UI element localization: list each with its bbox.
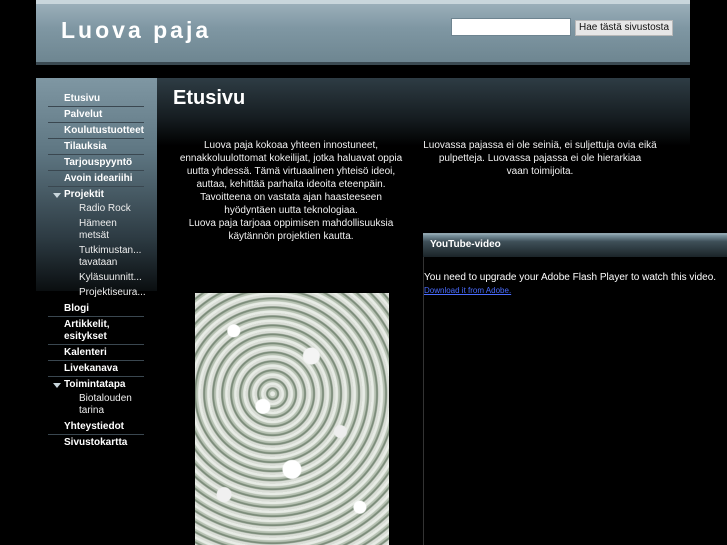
nav-item-livekanava[interactable]: Livekanava [48, 361, 144, 377]
side-text: Luovassa pajassa ei ole seiniä, ei sulje… [420, 139, 660, 178]
intro-line: auttaa, kehittää parhaita ideoita eteenp… [196, 179, 386, 190]
nav-sub-kylasuunnitt[interactable]: Kyläsuunnitt... [48, 271, 144, 286]
nav-sub-hameen-metsat[interactable]: Hämeen metsät [48, 217, 144, 244]
search-button[interactable]: Hae tästä sivustosta [575, 20, 673, 36]
flash-download-link[interactable]: Download it from Adobe. [424, 286, 511, 295]
nav-sub-biotalouden-tarina[interactable]: Biotalouden tarina [48, 392, 144, 419]
nav-item-toimintatapa[interactable]: Toimintatapa [48, 377, 144, 392]
nav-item-tilauksia[interactable]: Tilauksia [48, 139, 144, 155]
side-line: Luovassa pajassa ei ole seiniä, ei sulje… [423, 140, 657, 151]
nav-item-artikkelit[interactable]: Artikkelit, esitykset [48, 317, 144, 345]
side-line: pulpetteja. Luovassa pajassa ei ole hier… [438, 153, 642, 164]
expand-triangle-icon[interactable] [53, 193, 61, 198]
nav-item-projektit[interactable]: Projektit [48, 187, 144, 202]
nav-item-kalenteri[interactable]: Kalenteri [48, 345, 144, 361]
nav-sub-tutkimustan-line2: tavataan [79, 257, 118, 268]
expand-triangle-icon[interactable] [53, 383, 61, 388]
nav-sub-radio-rock[interactable]: Radio Rock [48, 202, 144, 217]
page-title: Etusivu [173, 87, 246, 109]
nav-item-projektit-label: Projektit [64, 189, 105, 200]
youtube-widget-title: YouTube-video [430, 239, 501, 250]
nav-item-palvelut[interactable]: Palvelut [48, 107, 144, 123]
nav-item-toimintatapa-label: Toimintatapa [64, 379, 126, 390]
nav-item-etusivu[interactable]: Etusivu [48, 91, 144, 107]
nav-sub-tutkimustan[interactable]: Tutkimustan... tavataan [48, 244, 144, 271]
side-line: vaan toimijoita. [506, 166, 574, 177]
nav-sub-tutkimustan-line1: Tutkimustan... [79, 245, 142, 256]
nav-item-yhteystiedot[interactable]: Yhteystiedot [48, 419, 144, 435]
flash-upgrade-message: You need to upgrade your Adobe Flash Pla… [424, 272, 717, 283]
intro-line: ennakkoluulottomat kokeilijat, jotka hal… [179, 153, 403, 164]
search-input[interactable] [451, 18, 571, 36]
intro-line: hyödyntäen uutta teknologiaa. [224, 205, 358, 216]
intro-line: uutta yhdessä. Tämä virtuaalinen yhteisö… [186, 166, 396, 177]
nav-item-koulutustuotteet[interactable]: Koulutustuotteet [48, 123, 144, 139]
nav-item-sivustokartta[interactable]: Sivustokartta [48, 435, 144, 450]
youtube-widget-body [423, 257, 727, 545]
nav-item-blogi[interactable]: Blogi [48, 301, 144, 317]
nav-item-avoin-ideariihi[interactable]: Avoin ideariihi [48, 171, 144, 187]
intro-line: Tavoitteena on vastata ajan haasteeseen [200, 192, 382, 203]
site-title[interactable]: Luova paja [61, 17, 211, 44]
intro-line: Luova paja tarjoaa oppimisen mahdollisuu… [188, 218, 394, 229]
sidebar-nav: Etusivu Palvelut Koulutustuotteet Tilauk… [48, 91, 146, 450]
intro-text: Luova paja kokoaa yhteen innostuneet, en… [170, 139, 412, 243]
nav-sub-projektiseura[interactable]: Projektiseura... [48, 286, 146, 301]
site-header: Luova paja Hae tästä sivustosta [36, 0, 690, 65]
flower-image [195, 293, 389, 545]
intro-line: Luova paja kokoaa yhteen innostuneet, [203, 140, 379, 151]
intro-line: käytännön projektien kautta. [228, 231, 354, 242]
nav-item-tarjouspyynto[interactable]: Tarjouspyyntö [48, 155, 144, 171]
